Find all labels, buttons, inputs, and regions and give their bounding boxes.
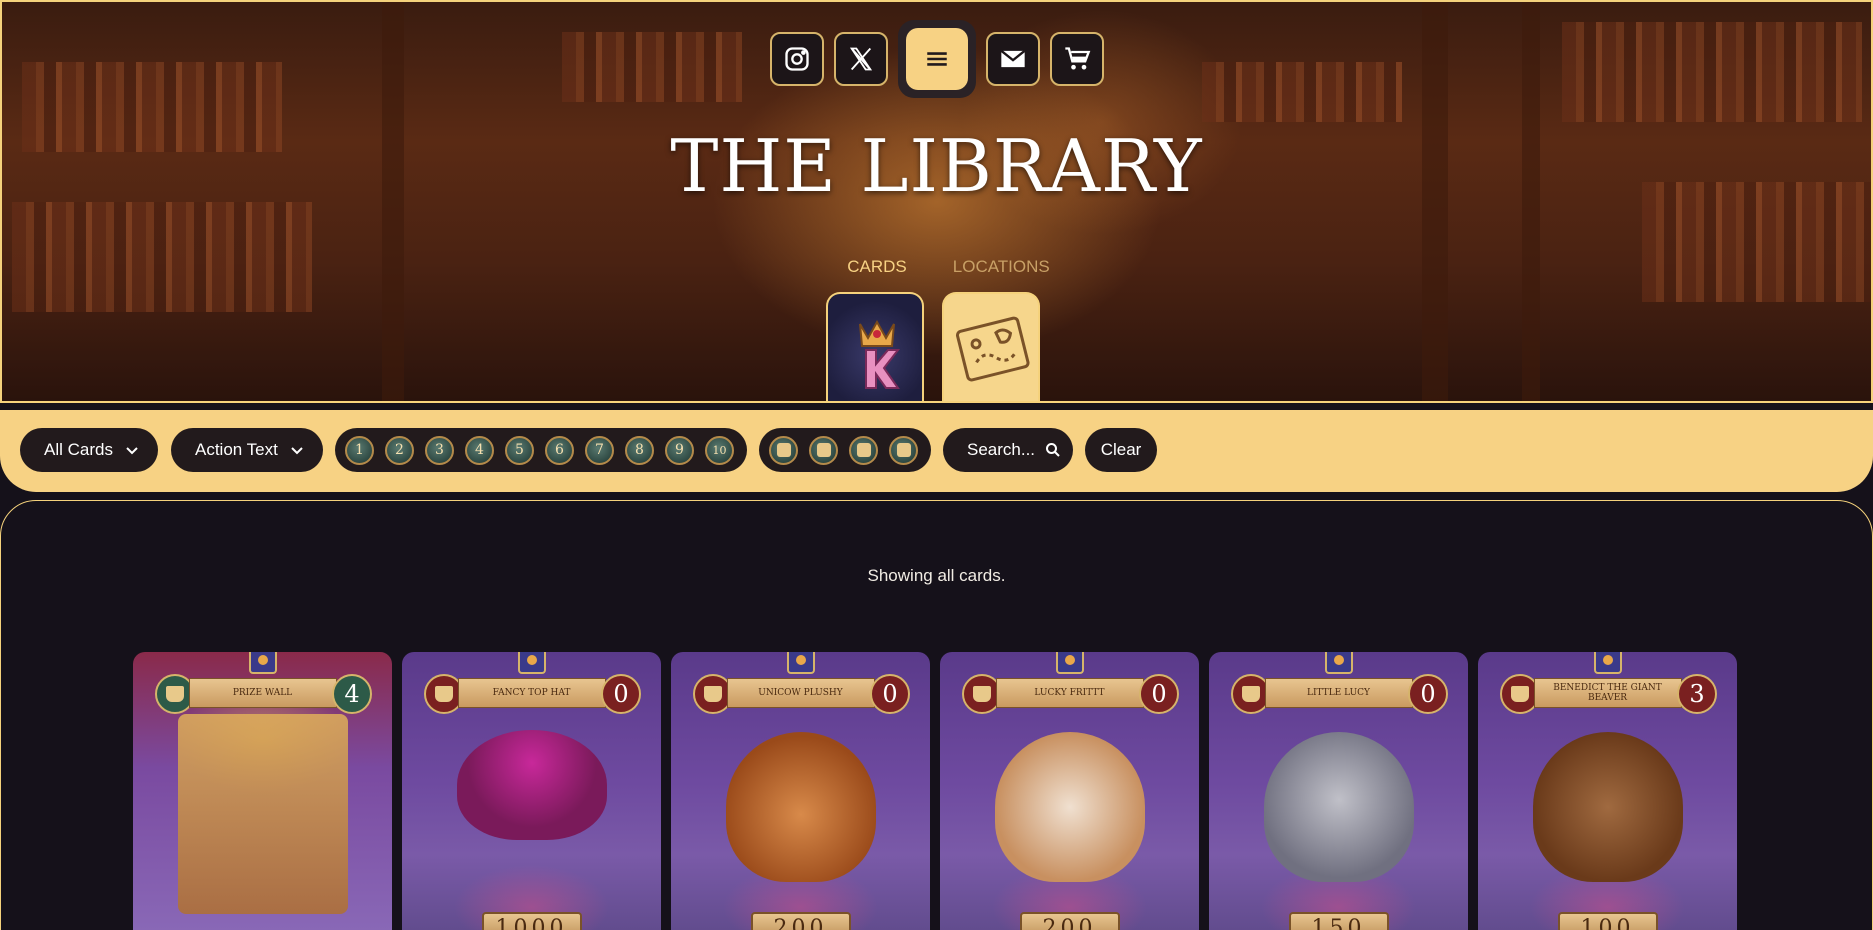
card-art <box>1263 732 1414 882</box>
menu-button[interactable] <box>905 28 968 90</box>
card-name: PRIZE WALL <box>188 678 337 708</box>
card-price: 1000 <box>481 912 582 930</box>
chevron-down-icon <box>291 447 303 455</box>
cost-filter-3[interactable]: 3 <box>425 435 454 465</box>
mail-icon <box>1000 49 1025 68</box>
tab-locations-image[interactable] <box>942 292 1040 401</box>
type-filter-bag-icon[interactable] <box>809 435 838 465</box>
cost-filter-6[interactable]: 6 <box>545 435 574 465</box>
card-cost: 0 <box>1139 674 1179 714</box>
search-button[interactable]: Search... <box>943 428 1073 472</box>
text-mode-label: Action Text <box>195 440 278 459</box>
card-little-lucy[interactable]: LITTLE LUCY 0 150 <box>1209 652 1468 930</box>
crown-k-icon <box>859 319 901 389</box>
cost-filter-2[interactable]: 2 <box>385 435 414 465</box>
x-icon <box>849 47 872 71</box>
card-fancy-top-hat[interactable]: FANCY TOP HAT 0 1000 <box>402 652 661 930</box>
search-icon <box>1046 443 1060 457</box>
cart-icon <box>1064 47 1090 70</box>
card-price: 200 <box>1019 912 1120 930</box>
type-filter-group <box>759 428 931 472</box>
card-name: BENEDICT THE GIANT BEAVER <box>1533 678 1682 708</box>
hero-banner: THE LIBRARY CARDS LOCATIONS <box>0 0 1873 403</box>
card-set-tag <box>1593 652 1622 674</box>
card-name: UNICOW PLUSHY <box>726 678 875 708</box>
card-cost: 0 <box>870 674 910 714</box>
mail-button[interactable] <box>985 32 1040 86</box>
clear-label: Clear <box>1100 440 1142 459</box>
card-cost: 0 <box>601 674 641 714</box>
card-set-tag <box>1055 652 1084 674</box>
tab-cards[interactable]: CARDS <box>823 257 907 277</box>
cost-filter-7[interactable]: 7 <box>585 435 614 465</box>
filter-bar: All Cards Action Text 1 2 3 4 5 6 7 8 9 … <box>0 410 1873 492</box>
text-mode-dropdown[interactable]: Action Text <box>171 428 323 472</box>
cost-filter-group: 1 2 3 4 5 6 7 8 9 10 <box>335 428 747 472</box>
cost-filter-5[interactable]: 5 <box>505 435 534 465</box>
card-benedict-the-giant-beaver[interactable]: BENEDICT THE GIANT BEAVER 3 100 <box>1478 652 1737 930</box>
cart-button[interactable] <box>1049 32 1104 86</box>
cost-filter-4[interactable]: 4 <box>465 435 494 465</box>
instagram-icon <box>784 47 809 71</box>
card-set-tag <box>786 652 815 674</box>
card-unicow-plushy[interactable]: UNICOW PLUSHY 0 200 <box>671 652 930 930</box>
card-art <box>1532 732 1683 882</box>
cost-filter-10[interactable]: 10 <box>705 435 734 465</box>
card-grid: PRIZE WALL 4 FANCY TOP HAT 0 1000 UNICOW… <box>133 652 1737 930</box>
cost-filter-8[interactable]: 8 <box>625 435 654 465</box>
clear-button[interactable]: Clear <box>1085 428 1157 472</box>
menu-button-frame <box>897 20 976 98</box>
card-set-tag <box>1324 652 1353 674</box>
menu-icon <box>926 52 947 66</box>
type-filter-plushy-icon[interactable] <box>769 435 798 465</box>
tab-locations[interactable]: LOCATIONS <box>953 257 1050 277</box>
chevron-down-icon <box>126 447 138 455</box>
cost-filter-9[interactable]: 9 <box>665 435 694 465</box>
card-name: LITTLE LUCY <box>1264 678 1413 708</box>
card-price: 150 <box>1288 912 1389 930</box>
card-art <box>456 730 607 840</box>
cards-panel: Showing all cards. PRIZE WALL 4 FANCY TO… <box>0 500 1873 930</box>
type-filter-scroll-icon[interactable] <box>849 435 878 465</box>
card-set-tag <box>517 652 546 674</box>
card-cost: 3 <box>1677 674 1717 714</box>
cost-filter-1[interactable]: 1 <box>345 435 374 465</box>
x-button[interactable] <box>833 32 888 86</box>
card-name: FANCY TOP HAT <box>457 678 606 708</box>
card-lucky-fritt[interactable]: LUCKY FRITTT 0 200 <box>940 652 1199 930</box>
card-type-label: All Cards <box>44 440 113 459</box>
social-nav <box>2 20 1871 98</box>
card-art <box>177 714 348 914</box>
card-set-tag <box>248 652 277 674</box>
card-price: 200 <box>750 912 851 930</box>
view-tabs: CARDS LOCATIONS <box>2 257 1871 277</box>
card-price: 100 <box>1557 912 1658 930</box>
type-filter-hat-icon[interactable] <box>889 435 918 465</box>
card-type-dropdown[interactable]: All Cards <box>20 428 158 472</box>
card-art <box>994 732 1145 882</box>
instagram-button[interactable] <box>769 32 824 86</box>
card-art <box>725 732 876 882</box>
card-prize-wall[interactable]: PRIZE WALL 4 <box>133 652 392 930</box>
card-name: LUCKY FRITTT <box>995 678 1144 708</box>
results-status: Showing all cards. <box>867 566 1006 585</box>
card-cost: 0 <box>1408 674 1448 714</box>
search-label: Search... <box>967 440 1036 459</box>
page-title: THE LIBRARY <box>670 124 1203 208</box>
map-icon <box>955 316 1030 382</box>
tab-cards-image[interactable] <box>826 292 924 401</box>
card-cost: 4 <box>332 674 372 714</box>
